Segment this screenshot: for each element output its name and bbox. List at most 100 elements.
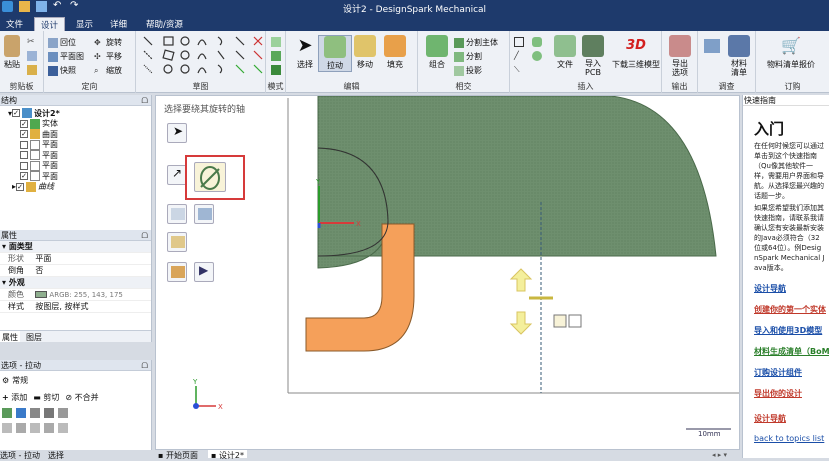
tab-design[interactable]: 设计: [34, 17, 66, 31]
tab-file[interactable]: 文件: [0, 17, 29, 31]
paste-button[interactable]: 粘贴: [0, 35, 24, 70]
view-triad-icon[interactable]: Y X: [192, 378, 223, 411]
property-row[interactable]: 颜色 ARGB: 255, 143, 175: [0, 288, 151, 301]
mini-axis-icon[interactable]: [568, 314, 582, 328]
link-back-to-topics[interactable]: back to topics list: [754, 434, 825, 443]
link-design-navigation[interactable]: 设计导航: [754, 283, 825, 294]
zoom-button[interactable]: ⌕ 缩放: [94, 65, 122, 76]
section-mode-icon[interactable]: [271, 51, 281, 61]
design-icon: [22, 108, 33, 119]
measure-icon[interactable]: [704, 39, 720, 53]
checkbox[interactable]: ✓: [12, 109, 21, 118]
checkbox[interactable]: [20, 151, 28, 160]
link-export-design[interactable]: 导出你的设计: [754, 388, 825, 399]
mini-revolve-icon[interactable]: [553, 314, 567, 328]
property-row[interactable]: 样式 按图层, 按样式: [0, 300, 151, 313]
quick-guide-header: 快速指南: [743, 95, 829, 106]
materials-button[interactable]: 材料 清单: [722, 35, 756, 77]
tree-item-plane[interactable]: ✓ 平面: [2, 171, 151, 182]
cut-icon[interactable]: ✂: [27, 37, 37, 47]
point-icon[interactable]: ⟍: [514, 65, 524, 75]
property-row[interactable]: 倒角否: [0, 264, 151, 277]
import-pcb-button[interactable]: 导入 PCB: [576, 35, 610, 77]
plan-view-button[interactable]: 平面图: [48, 51, 84, 62]
property-row[interactable]: 形状 平面: [0, 252, 151, 265]
bom-quote-button[interactable]: 🛒 物料清单报价: [758, 35, 824, 70]
design-canvas[interactable]: 选择要绕其旋转的轴 ➤ ↗ ▶ Y X Y X 10mm: [155, 95, 740, 450]
3d-mode-icon[interactable]: [271, 65, 281, 75]
checkbox[interactable]: ✓: [20, 130, 28, 139]
quick-guide-panel: 快速指南 入门 在任何时候您可以通过单击到这个快速指南（Qu像其他软件一样，需要…: [742, 95, 829, 458]
tree-item-plane[interactable]: 平面: [2, 150, 151, 161]
tab-design2[interactable]: ▪ 设计2*: [207, 450, 248, 460]
checkbox[interactable]: [20, 140, 28, 149]
spin-icon: ✥: [94, 37, 101, 47]
tab-selection[interactable]: 选择: [48, 450, 64, 460]
tab-properties[interactable]: 属性: [0, 331, 20, 342]
combine-icon: [426, 35, 448, 57]
format-painter-icon[interactable]: [27, 65, 37, 75]
pan-button[interactable]: ✣ 平移: [94, 51, 122, 62]
home-icon: [48, 37, 58, 48]
tab-detail[interactable]: 详细: [104, 17, 133, 31]
up-arrow-icon[interactable]: [509, 268, 533, 292]
add-option[interactable]: + 添加: [2, 392, 27, 403]
link-order-components[interactable]: 订购设计组件: [754, 367, 825, 378]
down-arrow-icon[interactable]: [509, 311, 533, 335]
sphere-icon[interactable]: [532, 51, 542, 61]
property-category[interactable]: ▾ 外观: [0, 276, 151, 289]
tab-layers[interactable]: 图层: [24, 331, 44, 342]
mode-group: 模式: [266, 31, 286, 93]
download-3d-button[interactable]: 3D 下载三维模型: [610, 35, 662, 70]
move-button[interactable]: 移动: [348, 35, 382, 70]
checkbox[interactable]: ✓: [20, 172, 28, 181]
tree-item-plane[interactable]: 平面: [2, 160, 151, 172]
link-import-3d-models[interactable]: 导入和使用3D模型: [754, 325, 825, 336]
tree-item-curves[interactable]: ▸ ✓ 曲线: [2, 181, 151, 193]
split-body-button[interactable]: 分割主体: [454, 37, 498, 48]
project-button[interactable]: 投影: [454, 65, 482, 76]
pin-icon[interactable]: ᗝ: [141, 231, 148, 241]
combine-button[interactable]: 组合: [420, 35, 454, 70]
property-category[interactable]: ▾ 面类型: [0, 241, 151, 253]
checkbox[interactable]: [20, 161, 28, 170]
cylinder-icon[interactable]: [532, 37, 542, 47]
export-options-button[interactable]: 导出 选项: [663, 35, 697, 77]
fill-button[interactable]: 填充: [378, 35, 412, 70]
link-design-navigation-2[interactable]: 设计导航: [754, 413, 825, 424]
options-tabs: 选项 - 拉动 选择: [0, 450, 64, 460]
tree-item-plane[interactable]: 平面: [2, 139, 151, 151]
axis-icon[interactable]: ╱: [514, 51, 524, 61]
color-swatch[interactable]: [35, 291, 48, 298]
tab-options-pull[interactable]: 选项 - 拉动: [0, 450, 40, 460]
cut-option[interactable]: ▬ 剪切: [33, 392, 59, 403]
tab-help[interactable]: 帮助/资源: [140, 17, 189, 31]
pull-button[interactable]: 拉动: [318, 35, 352, 72]
split-button[interactable]: 分割: [454, 51, 482, 62]
tree-item-surface[interactable]: ✓ 曲面: [2, 129, 151, 140]
quick-guide-body: 在任何时候您可以通过单击到这个快速指南（Qu像其他软件一样，需要用户界面和导航。…: [754, 142, 824, 200]
options-general[interactable]: ⚙ 常规: [0, 375, 151, 386]
tab-display[interactable]: 显示: [70, 17, 99, 31]
plane-icon[interactable]: [514, 37, 524, 47]
home-button[interactable]: 回位: [48, 37, 76, 48]
no-merge-option[interactable]: ⊘ 不合并: [65, 392, 98, 403]
spin-button[interactable]: ✥ 旋转: [94, 37, 122, 48]
copy-icon[interactable]: [27, 51, 37, 61]
pin-icon[interactable]: ᗝ: [141, 361, 148, 371]
checkbox[interactable]: ✓: [20, 119, 28, 128]
pin-icon[interactable]: ᗝ: [141, 96, 148, 106]
sketch-tools-icon[interactable]: [140, 35, 266, 79]
link-create-first-solid[interactable]: 创建你的第一个实体: [754, 304, 826, 315]
select-button[interactable]: ➤ 选择: [288, 35, 322, 70]
pull-options-icons[interactable]: [0, 407, 151, 418]
zoom-icon: ⌕: [94, 65, 99, 75]
checkbox[interactable]: ✓: [16, 182, 25, 191]
tab-start-page[interactable]: ▪ 开始页面: [158, 450, 198, 460]
pull-extra-icons[interactable]: [0, 422, 151, 433]
sketch-mode-icon[interactable]: [271, 37, 281, 47]
tree-item-solid[interactable]: ✓ 实体: [2, 118, 151, 130]
link-bom[interactable]: 材料生成清单（BoM: [754, 346, 829, 357]
snap-view-button[interactable]: 快照: [48, 65, 76, 76]
tree-item-design[interactable]: ▾ ✓ 设计2*: [2, 108, 151, 119]
